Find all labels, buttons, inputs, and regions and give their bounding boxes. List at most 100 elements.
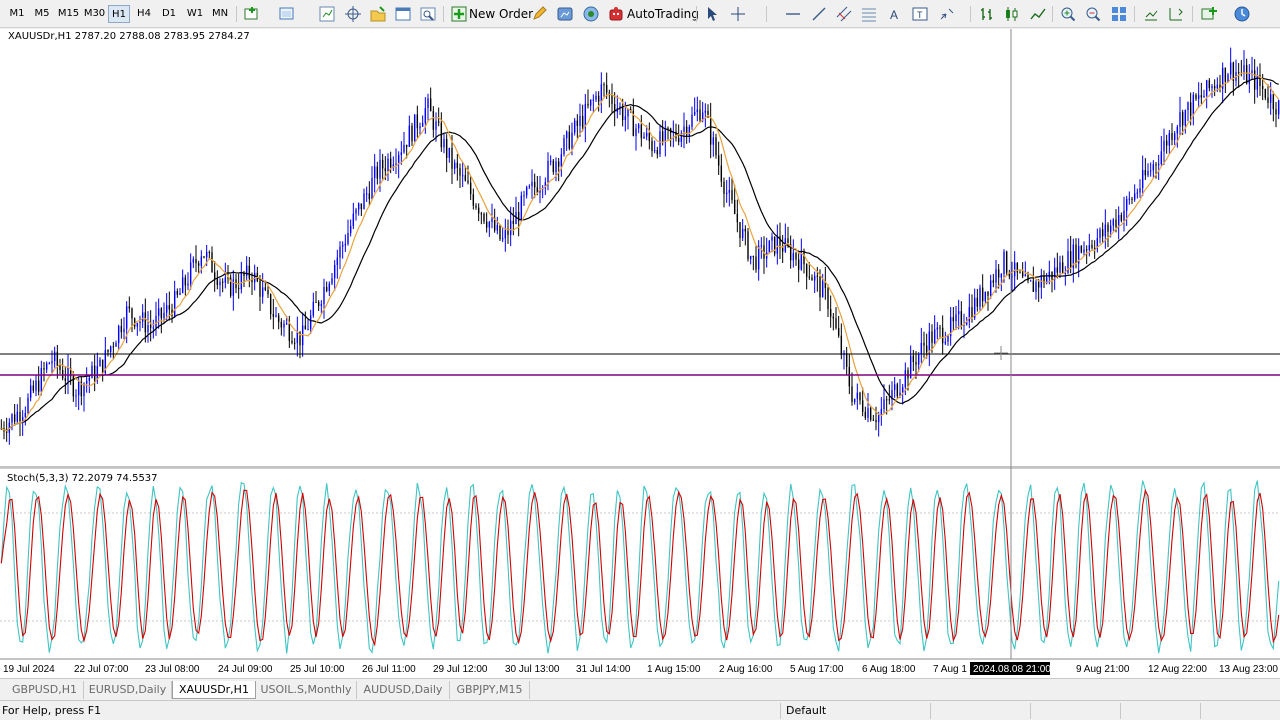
strategy-tester-icon[interactable]	[419, 5, 437, 23]
candle-body	[1179, 112, 1181, 127]
horizontal-line-icon[interactable]	[784, 5, 802, 23]
tab-usoil-monthly[interactable]: USOIL.S,Monthly	[256, 681, 357, 699]
cursor-icon[interactable]	[703, 5, 721, 23]
candle-body	[781, 247, 784, 252]
candle-body	[501, 238, 504, 240]
equidistant-channel-icon[interactable]	[835, 5, 853, 23]
market-icon[interactable]	[582, 5, 600, 23]
terminal-icon[interactable]	[394, 5, 412, 23]
chart-canvas[interactable]: 19 Jul 2024 22 Jul 07:00 23 Jul 08:00 24 Ju…	[0, 29, 1280, 678]
timeframe-w1-button[interactable]: W1	[184, 5, 206, 23]
zoom-in-icon[interactable]	[1059, 5, 1077, 23]
time-axis-label: 19 Jul 2024	[3, 664, 55, 675]
timeframe-mn-button[interactable]: MN	[208, 5, 232, 23]
timeframe-m5-button[interactable]: M5	[31, 5, 53, 23]
new-order-button[interactable]: New Order	[469, 5, 533, 23]
candle-body	[587, 103, 589, 106]
tab-gbpusd-h1[interactable]: GBPUSD,H1	[6, 681, 84, 699]
candle-body	[13, 414, 16, 422]
candle-body	[32, 385, 35, 391]
text-tool-icon[interactable]: A	[885, 5, 903, 23]
text-label-icon[interactable]: T	[911, 5, 929, 23]
autotrading-button[interactable]: AutoTrading	[627, 5, 699, 23]
candle-body	[469, 182, 472, 195]
candle-body	[1088, 245, 1091, 251]
candle-body	[709, 117, 712, 145]
line-chart-icon[interactable]	[1029, 5, 1047, 23]
candle-body	[181, 277, 184, 293]
candle-body	[869, 408, 872, 420]
candle-body	[509, 220, 512, 235]
candle-body	[813, 275, 816, 281]
candle-body	[720, 165, 723, 182]
autotrading-icon[interactable]	[607, 5, 625, 23]
candle-body	[112, 346, 115, 348]
metaeditor-icon[interactable]	[531, 5, 549, 23]
timeframe-m30-button[interactable]: M30	[82, 5, 107, 23]
candle-body	[507, 229, 509, 235]
periods-icon[interactable]	[1233, 5, 1251, 23]
timeframe-m15-button[interactable]: M15	[56, 5, 81, 23]
candle-body	[531, 181, 533, 187]
tab-eurusd-daily[interactable]: EURUSD,Daily	[84, 681, 172, 699]
timeframe-m1-button[interactable]: M1	[6, 5, 28, 23]
market-watch-icon[interactable]	[318, 5, 336, 23]
candle-body	[1200, 95, 1203, 98]
profiles-icon[interactable]	[278, 5, 296, 23]
signals-icon[interactable]	[556, 5, 574, 23]
time-axis-label: 31 Jul 14:00	[576, 664, 631, 675]
tab-gbpjpy-m15[interactable]: GBPJPY,M15	[450, 681, 530, 699]
timeframe-h4-button[interactable]: H4	[133, 5, 155, 23]
candle-body	[739, 222, 741, 239]
candle-body	[837, 327, 840, 336]
timeframe-d1-button[interactable]: D1	[158, 5, 180, 23]
candle-body	[373, 166, 376, 178]
arrows-icon[interactable]	[938, 5, 956, 23]
trendline-icon[interactable]	[810, 5, 828, 23]
candle-body	[387, 158, 389, 172]
tab-xauusdr-h1[interactable]: XAUUSDr,H1	[172, 681, 256, 699]
candle-body	[571, 132, 573, 149]
candle-body	[1093, 247, 1096, 249]
candle-body	[333, 264, 336, 279]
zoom-out-icon[interactable]	[1084, 5, 1102, 23]
candle-body	[859, 392, 861, 401]
candle-body	[280, 321, 283, 328]
new-order-icon[interactable]	[450, 5, 468, 23]
tab-audusd-daily[interactable]: AUDUSD,Daily	[357, 681, 450, 699]
candle-body	[808, 276, 811, 278]
new-chart-icon[interactable]	[243, 5, 261, 23]
chart-shift-icon[interactable]	[1167, 5, 1185, 23]
candle-body	[957, 311, 960, 315]
crosshair-icon[interactable]	[729, 5, 747, 23]
candle-body	[659, 131, 661, 155]
indicators-icon[interactable]	[1200, 5, 1218, 23]
candle-body	[309, 315, 312, 330]
candle-body	[1267, 97, 1269, 103]
fibonacci-icon[interactable]	[860, 5, 878, 23]
candle-body	[1083, 249, 1085, 253]
candle-body	[19, 411, 21, 422]
autoscroll-icon[interactable]	[1142, 5, 1160, 23]
timeframe-h1-button[interactable]: H1	[108, 5, 130, 23]
tile-windows-icon[interactable]	[1110, 5, 1128, 23]
bar-chart-icon[interactable]	[978, 5, 996, 23]
candle-body	[960, 311, 963, 326]
candle-body	[139, 321, 141, 324]
candle-body	[581, 115, 584, 128]
candle-body	[93, 365, 96, 381]
navigator-icon[interactable]	[369, 5, 387, 23]
candle-body	[459, 168, 461, 176]
candle-body	[573, 120, 576, 133]
toolbar-separator	[1134, 6, 1135, 22]
candle-body	[520, 195, 523, 222]
candle-body	[429, 98, 432, 112]
crosshair-move-icon[interactable]	[344, 5, 362, 23]
candlesticks-icon[interactable]	[1003, 5, 1021, 23]
chart-window[interactable]: 19 Jul 2024 22 Jul 07:00 23 Jul 08:00 24 Ju…	[0, 29, 1280, 678]
candle-body	[1181, 112, 1184, 126]
candle-body	[5, 431, 8, 433]
time-axis-label: 2 Aug 16:00	[719, 664, 773, 675]
status-separator	[1120, 703, 1121, 719]
candle-body	[413, 114, 416, 142]
